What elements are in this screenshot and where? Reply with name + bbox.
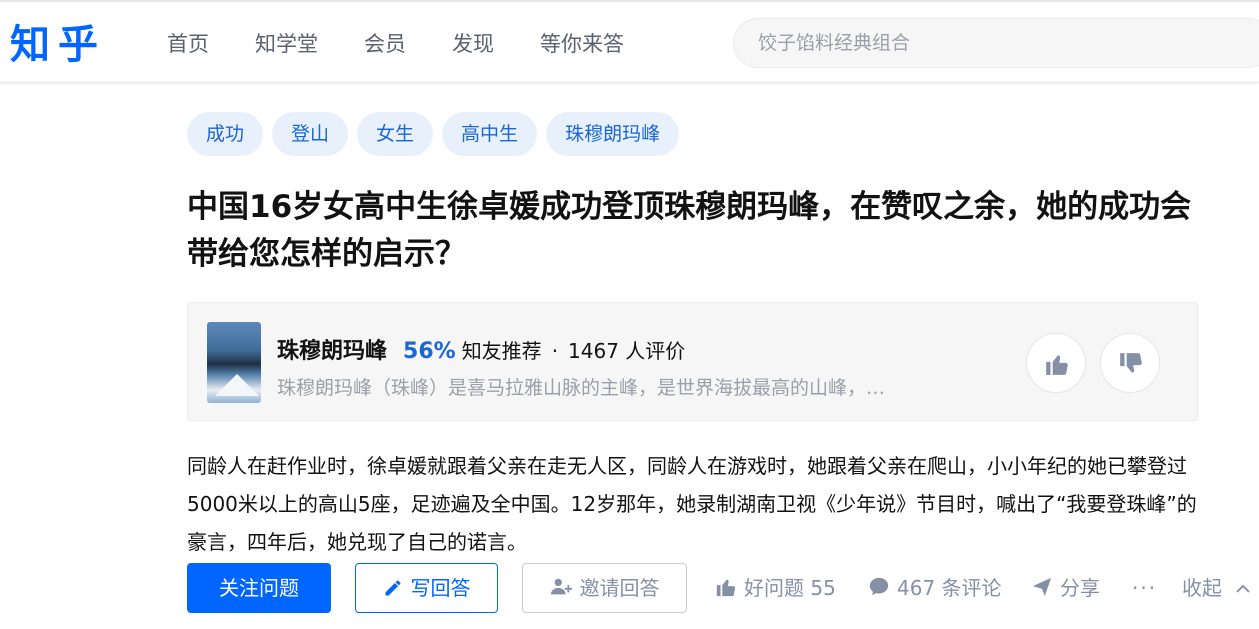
thumbs-up-button[interactable] (1026, 333, 1086, 393)
comments-button[interactable]: 467 条评论 (868, 563, 1002, 613)
main-nav: 首页 知学堂 会员 发现 等你来答 (167, 28, 670, 58)
write-answer-button[interactable]: 写回答 (355, 563, 498, 613)
thumbs-down-icon (1120, 353, 1142, 373)
mountain-peak-shape (215, 374, 259, 396)
comments-label: 467 条评论 (897, 576, 1002, 600)
thumbs-down-button[interactable] (1100, 333, 1160, 393)
question-action-bar: 关注问题 写回答 邀请回答 好问题 55 467 条评论 分享 ··· 收起 (187, 563, 1259, 613)
topic-card-header: 珠穆朗玛峰 56% 知友推荐 · 1467 人评价 (277, 333, 685, 365)
collapse-label: 收起 (1182, 576, 1222, 600)
share-button[interactable]: 分享 (1031, 563, 1100, 613)
collapse-button[interactable]: 收起 (1182, 563, 1252, 613)
nav-zhixuetang[interactable]: 知学堂 (255, 28, 318, 58)
good-question-label: 好问题 55 (744, 576, 836, 600)
good-question-button[interactable]: 好问题 55 (715, 563, 836, 613)
topic-tag[interactable]: 成功 (187, 112, 264, 156)
recommend-label: 知友推荐 (461, 339, 542, 363)
zhihu-logo[interactable]: 知乎 (10, 12, 106, 70)
add-user-icon (550, 578, 572, 595)
question-title: 中国16岁女高中生徐卓媛成功登顶珠穆朗玛峰，在赞叹之余，她的成功会带给您怎样的启… (187, 189, 1192, 272)
share-label: 分享 (1060, 576, 1100, 600)
follow-question-button[interactable]: 关注问题 (187, 563, 331, 613)
share-icon (1032, 577, 1052, 597)
nav-waiting-answers[interactable]: 等你来答 (540, 28, 624, 58)
topic-card-name[interactable]: 珠穆朗玛峰 (277, 333, 387, 365)
more-options-button[interactable]: ··· (1132, 563, 1157, 613)
topic-tag[interactable]: 女生 (357, 112, 434, 156)
top-header: 知乎 首页 知学堂 会员 发现 等你来答 饺子馅料经典组合 (0, 0, 1259, 83)
header-top-border (0, 0, 1259, 2)
nav-discover[interactable]: 发现 (452, 28, 494, 58)
thumbs-up-icon (1046, 355, 1068, 375)
comment-icon (869, 577, 889, 596)
topic-card[interactable]: 珠穆朗玛峰 56% 知友推荐 · 1467 人评价 珠穆朗玛峰（珠峰）是喜马拉雅… (187, 302, 1198, 421)
topic-card-image (207, 322, 261, 403)
review-count: 1467 人评价 (568, 339, 686, 363)
topic-card-description: 珠穆朗玛峰（珠峰）是喜马拉雅山脉的主峰，是世界海拔最高的山峰，… (277, 377, 886, 399)
topic-tag[interactable]: 珠穆朗玛峰 (546, 112, 680, 156)
chevron-up-icon (1236, 584, 1250, 593)
write-answer-label: 写回答 (410, 576, 471, 600)
question-description: 同龄人在赶作业时，徐卓媛就跟着父亲在走无人区，同龄人在游戏时，她跟着父亲在爬山，… (187, 454, 1197, 554)
topic-tag[interactable]: 高中生 (442, 112, 538, 156)
recommend-percent: 56% (403, 339, 456, 364)
pencil-icon (385, 580, 400, 596)
invite-answer-label: 邀请回答 (579, 576, 660, 600)
invite-answer-button[interactable]: 邀请回答 (522, 563, 687, 613)
nav-home[interactable]: 首页 (167, 28, 209, 58)
separator-dot: · (551, 339, 559, 363)
topic-tags: 成功 登山 女生 高中生 珠穆朗玛峰 (187, 112, 688, 156)
thumbs-up-icon (716, 579, 736, 597)
search-input[interactable]: 饺子馅料经典组合 (733, 18, 1259, 68)
nav-membership[interactable]: 会员 (364, 28, 406, 58)
topic-tag[interactable]: 登山 (272, 112, 349, 156)
